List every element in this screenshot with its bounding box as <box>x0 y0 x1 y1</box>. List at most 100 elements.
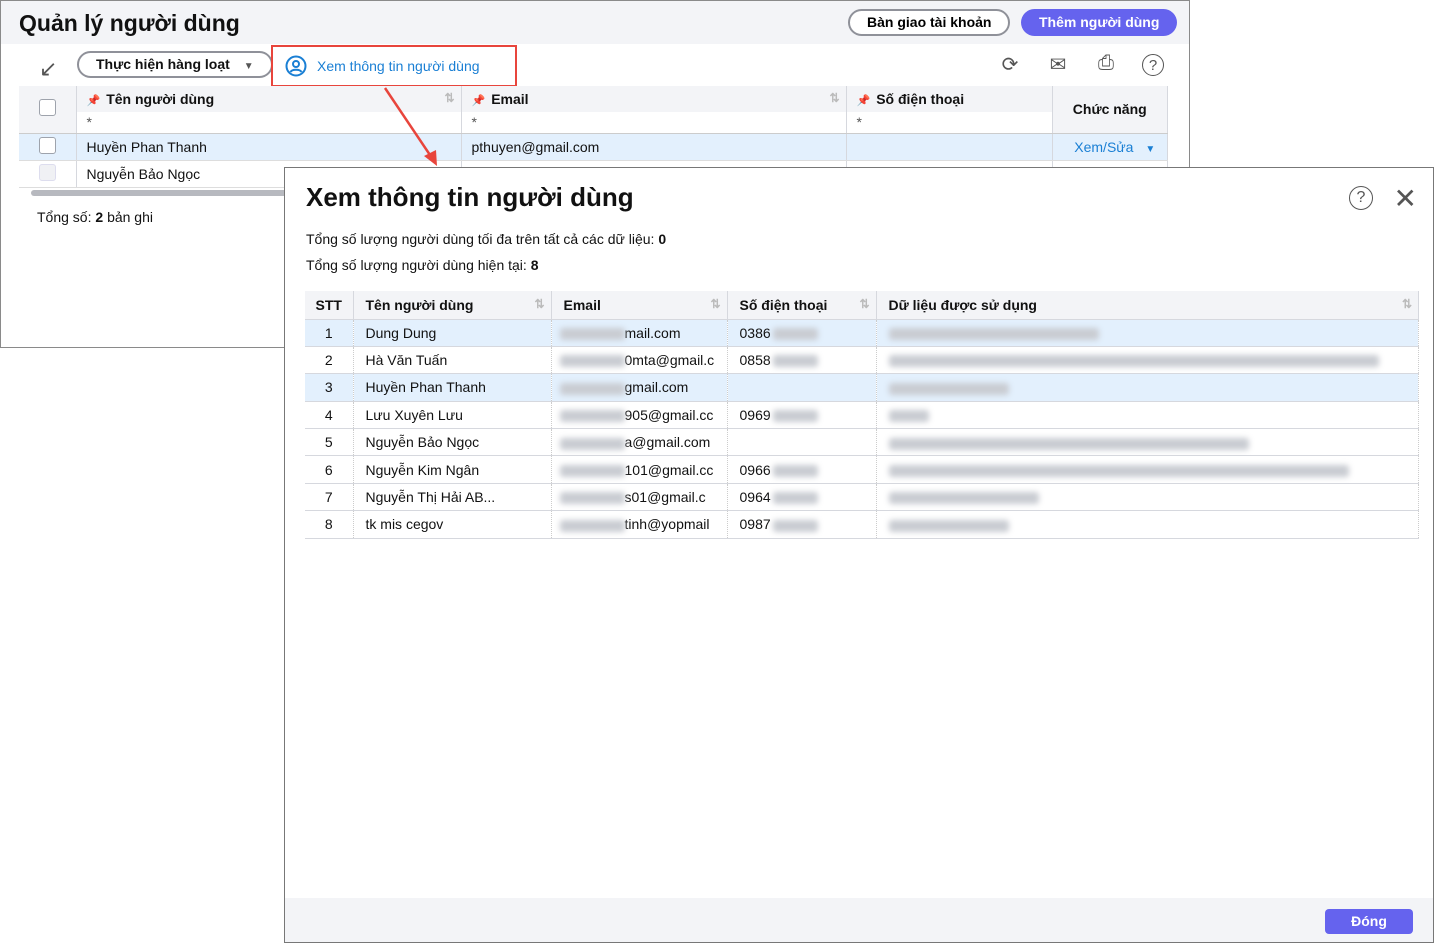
cell-data <box>876 510 1419 539</box>
table-row[interactable]: 4 Lưu Xuyên Lưu 905@gmail.cc 0969 <box>305 401 1419 430</box>
email-visible: 0mta@gmail.c <box>624 352 715 369</box>
phone-visible: 0858 <box>739 352 771 369</box>
max-label: Tổng số lượng người dùng tối đa trên tất… <box>306 231 655 247</box>
table-row[interactable]: 6 Nguyễn Kim Ngân 101@gmail.cc 0966 <box>305 455 1419 484</box>
redacted-blur <box>559 327 625 340</box>
close-icon[interactable]: ✕ <box>1394 182 1417 215</box>
email-visible: a@gmail.com <box>624 434 711 451</box>
email-visible: mail.com <box>624 324 681 341</box>
phone-visible: 0987 <box>739 516 771 533</box>
phone-visible: 0964 <box>739 489 771 506</box>
cell-phone <box>727 373 877 402</box>
cell-stt: 7 <box>305 483 354 512</box>
phone-visible: 0386 <box>739 324 771 341</box>
redacted-blur <box>772 519 818 532</box>
column-header-email[interactable]: Email ⇅ <box>551 291 728 320</box>
sort-icon[interactable]: ⇅ <box>859 297 869 311</box>
cell-data <box>876 346 1419 375</box>
email-visible: s01@gmail.c <box>624 489 706 506</box>
table-row[interactable]: 1 Dung Dung mail.com 0386 <box>305 319 1419 347</box>
help-icon[interactable]: ? <box>1349 186 1373 210</box>
redacted-blur <box>772 492 818 505</box>
cell-data <box>876 319 1419 347</box>
max-users-line: Tổng số lượng người dùng tối đa trên tất… <box>306 231 666 247</box>
redacted-blur <box>559 519 625 532</box>
cell-stt: 8 <box>305 510 354 539</box>
table-row[interactable]: 2 Hà Văn Tuấn 0mta@gmail.c 0858 <box>305 346 1419 375</box>
redacted-blur <box>888 492 1039 505</box>
cell-email: mail.com <box>551 319 728 347</box>
close-button[interactable]: Đóng <box>1325 909 1413 934</box>
sort-icon[interactable]: ⇅ <box>710 297 720 311</box>
dialog-title: Xem thông tin người dùng <box>306 182 634 212</box>
cell-stt: 1 <box>305 319 354 347</box>
redacted-blur <box>559 464 625 477</box>
cell-stt: 4 <box>305 401 354 430</box>
cell-phone: 0966 <box>727 455 877 484</box>
cell-email: tinh@yopmail <box>551 510 728 539</box>
phone-visible: 0966 <box>739 461 771 478</box>
cell-name: Nguyễn Thị Hải AB... <box>353 483 552 512</box>
cell-name: Nguyễn Kim Ngân <box>353 455 552 484</box>
redacted-blur <box>559 492 625 505</box>
column-header-data[interactable]: Dữ liệu được sử dụng ⇅ <box>876 291 1419 320</box>
column-label: Số điện thoại <box>739 296 828 313</box>
redacted-blur <box>559 355 625 368</box>
cell-name: Lưu Xuyên Lưu <box>353 401 552 430</box>
redacted-blur <box>772 410 818 423</box>
current-label: Tổng số lượng người dùng hiện tại: <box>306 257 527 273</box>
column-header-stt[interactable]: STT <box>305 291 354 320</box>
email-visible: tinh@yopmail <box>624 516 710 533</box>
table-row[interactable]: 3 Huyền Phan Thanh gmail.com <box>305 373 1419 402</box>
cell-phone: 0987 <box>727 510 877 539</box>
table-row[interactable]: 8 tk mis cegov tinh@yopmail 0987 <box>305 510 1419 539</box>
cell-email: 0mta@gmail.c <box>551 346 728 375</box>
table-row[interactable]: 5 Nguyễn Bảo Ngọc a@gmail.com <box>305 428 1419 457</box>
cell-name: Nguyễn Bảo Ngọc <box>353 428 552 457</box>
cell-data <box>876 483 1419 512</box>
cell-email: 101@gmail.cc <box>551 455 728 484</box>
redacted-blur <box>888 464 1349 477</box>
cell-email: s01@gmail.c <box>551 483 728 512</box>
redacted-blur <box>888 437 1249 450</box>
cell-email: a@gmail.com <box>551 428 728 457</box>
redacted-blur <box>772 355 818 368</box>
cell-email: gmail.com <box>551 373 728 402</box>
sort-icon[interactable]: ⇅ <box>534 297 544 311</box>
column-label: Email <box>563 296 601 313</box>
cell-phone <box>727 428 877 457</box>
email-visible: 101@gmail.cc <box>624 461 714 478</box>
redacted-blur <box>772 327 818 340</box>
redacted-blur <box>559 410 625 423</box>
cell-data <box>876 373 1419 402</box>
current-users-line: Tổng số lượng người dùng hiện tại: 8 <box>306 257 538 273</box>
email-visible: gmail.com <box>624 379 689 396</box>
redacted-blur <box>888 382 1009 395</box>
cell-email: 905@gmail.cc <box>551 401 728 430</box>
cell-name: tk mis cegov <box>353 510 552 539</box>
cell-stt: 6 <box>305 455 354 484</box>
redacted-blur <box>559 382 625 395</box>
cell-phone: 0386 <box>727 319 877 347</box>
redacted-blur <box>888 410 929 423</box>
redacted-blur <box>772 464 818 477</box>
cell-stt: 3 <box>305 373 354 402</box>
sort-icon[interactable]: ⇅ <box>1402 297 1412 311</box>
cell-name: Huyền Phan Thanh <box>353 373 552 402</box>
column-label: Dữ liệu được sử dụng <box>888 296 1037 313</box>
redacted-blur <box>559 437 625 450</box>
user-info-dialog: Xem thông tin người dùng ? ✕ Tổng số lượ… <box>284 167 1434 943</box>
cell-stt: 5 <box>305 428 354 457</box>
redacted-blur <box>888 355 1379 368</box>
cell-data <box>876 455 1419 484</box>
cell-phone: 0964 <box>727 483 877 512</box>
redacted-blur <box>888 519 1009 532</box>
column-header-name[interactable]: Tên người dùng ⇅ <box>353 291 552 320</box>
table-row[interactable]: 7 Nguyễn Thị Hải AB... s01@gmail.c 0964 <box>305 483 1419 512</box>
cell-phone: 0858 <box>727 346 877 375</box>
column-header-phone[interactable]: Số điện thoại ⇅ <box>727 291 877 320</box>
current-value: 8 <box>530 257 539 273</box>
cell-name: Dung Dung <box>353 319 552 347</box>
cell-data <box>876 401 1419 430</box>
max-value: 0 <box>658 231 667 247</box>
